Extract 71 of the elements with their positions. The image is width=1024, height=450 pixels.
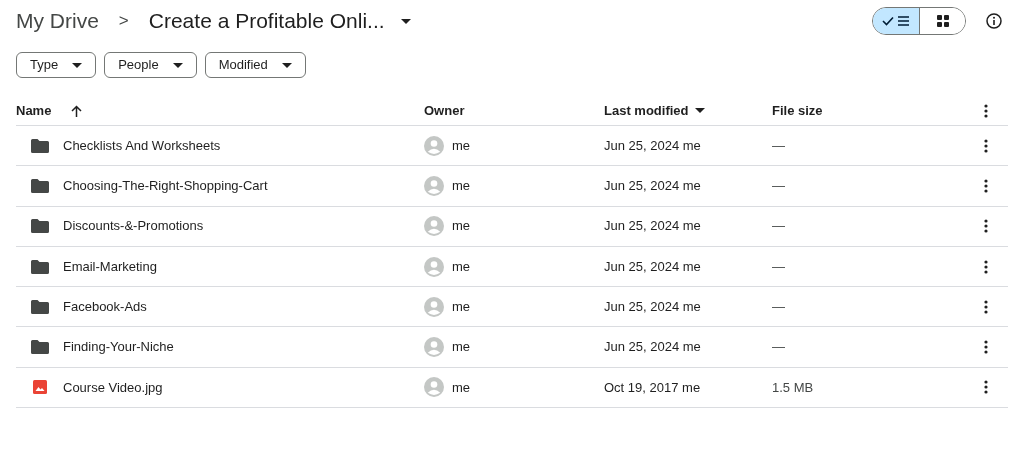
file-name[interactable]: Choosing-The-Right-Shopping-Cart xyxy=(63,176,268,196)
more-options-icon[interactable] xyxy=(984,380,988,395)
folder-icon xyxy=(31,138,49,153)
modified-date: Jun 25, 2024 me xyxy=(604,257,702,276)
file-size: — xyxy=(772,177,786,196)
folder-icon xyxy=(31,259,49,274)
folder-icon xyxy=(31,219,49,234)
more-options-icon[interactable] xyxy=(984,259,988,274)
modified-date: Jun 25, 2024 me xyxy=(604,136,702,155)
folder-icon xyxy=(31,340,49,355)
list-view-icon xyxy=(882,15,910,27)
file-name[interactable]: Checklists And Worksheets xyxy=(63,135,221,156)
breadcrumb-current[interactable]: Create a Profitable Onli... xyxy=(148,5,385,37)
modified-date: Jun 25, 2024 me xyxy=(604,177,702,196)
breadcrumb-separator: > xyxy=(118,10,129,33)
folder-icon xyxy=(31,178,49,193)
sort-up-arrow-icon[interactable] xyxy=(71,104,83,117)
more-options-icon[interactable] xyxy=(984,219,988,234)
breadcrumb-root[interactable]: My Drive xyxy=(16,5,99,37)
more-options-icon[interactable] xyxy=(984,103,988,118)
filter-chip[interactable]: People xyxy=(104,52,197,78)
owner-column-header[interactable]: Owner xyxy=(424,100,604,121)
file-size: — xyxy=(772,338,786,357)
filter-chip[interactable]: Modified xyxy=(204,52,306,78)
file-name[interactable]: Email-Marketing xyxy=(63,256,157,277)
owner-name: me xyxy=(452,257,471,276)
file-size-column-header[interactable]: File size xyxy=(772,100,968,121)
file-name[interactable]: Course Video.jpg xyxy=(63,377,163,398)
avatar-icon xyxy=(424,256,444,277)
caret-icon xyxy=(72,62,83,68)
list-view-button[interactable] xyxy=(873,8,919,34)
filter-chip[interactable]: Type xyxy=(16,52,97,78)
more-options-icon[interactable] xyxy=(984,178,988,193)
folder-menu-caret-icon xyxy=(400,18,411,24)
owner-name: me xyxy=(452,217,471,236)
avatar-icon xyxy=(424,337,444,358)
grid-view-icon xyxy=(936,15,949,27)
name-column-header[interactable]: Name xyxy=(16,100,52,121)
image-icon xyxy=(33,380,47,395)
avatar-icon xyxy=(424,216,444,237)
avatar-icon xyxy=(424,175,444,196)
file-size: — xyxy=(772,298,786,317)
avatar-icon xyxy=(424,296,444,317)
more-options-icon[interactable] xyxy=(984,299,988,314)
owner-name: me xyxy=(452,378,471,397)
file-name[interactable]: Discounts-&-Promotions xyxy=(63,216,204,236)
folder-icon xyxy=(31,299,49,314)
file-size: — xyxy=(772,217,786,236)
file-size: 1.5 MB xyxy=(772,378,815,397)
owner-name: me xyxy=(452,338,471,357)
owner-name: me xyxy=(452,298,471,317)
more-options-icon[interactable] xyxy=(984,138,988,153)
caret-icon xyxy=(172,62,183,68)
file-name[interactable]: Facebook-Ads xyxy=(63,297,147,317)
file-size: — xyxy=(772,136,786,155)
modified-date: Jun 25, 2024 me xyxy=(604,298,702,317)
sort-caret-icon xyxy=(694,108,705,113)
modified-date: Oct 19, 2017 me xyxy=(604,378,702,397)
file-size: — xyxy=(772,257,786,276)
info-icon[interactable] xyxy=(986,13,1002,29)
owner-name: me xyxy=(452,177,471,196)
file-name[interactable]: Finding-Your-Niche xyxy=(63,337,174,357)
avatar-icon xyxy=(424,377,444,398)
modified-date: Jun 25, 2024 me xyxy=(604,338,702,357)
caret-icon xyxy=(281,62,292,68)
modified-date: Jun 25, 2024 me xyxy=(604,217,702,236)
avatar-icon xyxy=(424,135,444,156)
grid-view-button[interactable] xyxy=(919,8,965,34)
last-modified-column-header[interactable]: Last modified xyxy=(604,100,689,121)
owner-name: me xyxy=(452,136,471,155)
more-options-icon[interactable] xyxy=(984,340,988,355)
